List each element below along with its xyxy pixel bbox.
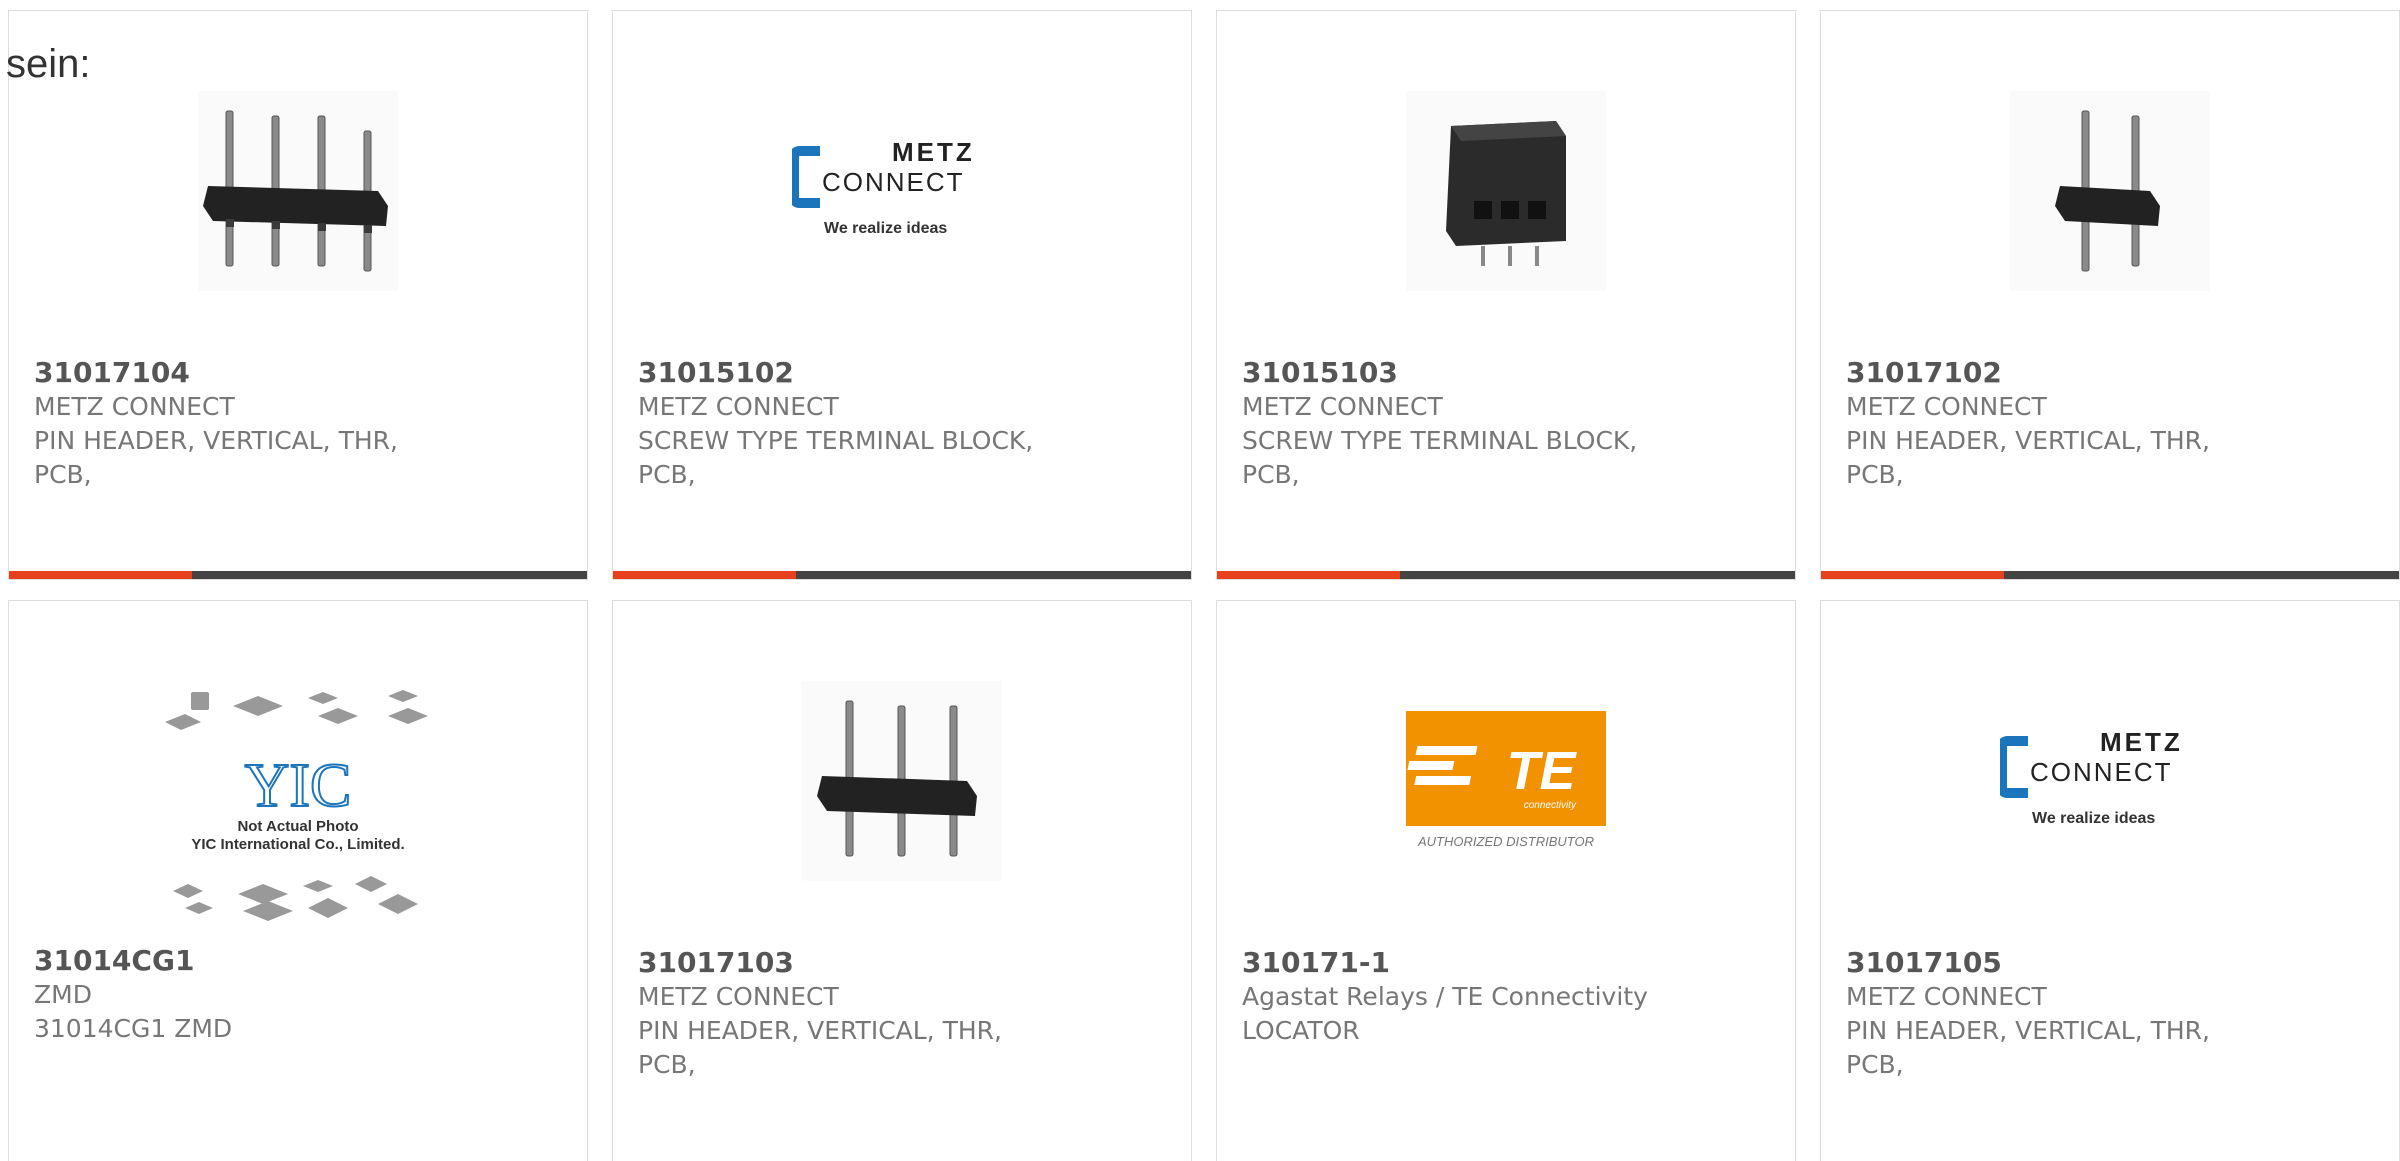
product-image[interactable]: METZ CONNECT We realize ideas (613, 71, 1191, 311)
te-connectivity-logo-icon: TE connectivity AUTHORIZED DISTRIBUTOR (1406, 711, 1606, 849)
description: 31014CG1 ZMD (34, 1014, 233, 1043)
card-bottom-bar (1821, 571, 2399, 579)
metz-connect-logo-icon: METZ CONNECT We realize ideas (792, 137, 975, 237)
svg-text:METZ: METZ (892, 137, 975, 167)
svg-text:YIC: YIC (245, 752, 352, 820)
yic-placeholder-icon: YIC Not Actual Photo YIC International C… (165, 690, 428, 921)
product-card[interactable]: METZ CONNECT We realize ideas 31017105 M… (1820, 600, 2400, 1161)
svg-text:TE: TE (1506, 741, 1577, 801)
description-2: PCB, (1846, 1050, 1904, 1079)
product-image[interactable] (613, 661, 1191, 901)
product-image[interactable] (1217, 71, 1795, 311)
card-bottom-bar (1217, 571, 1795, 579)
manufacturer: ZMD (34, 980, 92, 1009)
product-card[interactable]: METZ CONNECT We realize ideas 31015102 M… (612, 10, 1192, 580)
svg-text:We realize ideas: We realize ideas (2032, 810, 2155, 827)
description: SCREW TYPE TERMINAL BLOCK, (638, 426, 1034, 455)
manufacturer: Agastat Relays / TE Connectivity (1242, 982, 1648, 1011)
product-card[interactable]: 31015103 METZ CONNECT SCREW TYPE TERMINA… (1216, 10, 1796, 580)
product-image[interactable] (1821, 71, 2399, 311)
svg-text:We realize ideas: We realize ideas (824, 220, 947, 237)
description-2: PCB, (34, 460, 92, 489)
manufacturer: METZ CONNECT (1846, 982, 2047, 1011)
product-image[interactable]: YIC Not Actual Photo YIC International C… (9, 686, 587, 926)
product-card[interactable]: YIC Not Actual Photo YIC International C… (8, 600, 588, 1161)
card-bottom-bar (9, 571, 587, 579)
part-number[interactable]: 31017104 (34, 356, 567, 390)
description: PIN HEADER, VERTICAL, THR, (34, 426, 398, 455)
svg-text:connectivity: connectivity (1524, 800, 1577, 811)
part-number[interactable]: 31014CG1 (34, 944, 567, 978)
part-number[interactable]: 31015103 (1242, 356, 1775, 390)
part-number[interactable]: 31017105 (1846, 946, 2379, 980)
description: PIN HEADER, VERTICAL, THR, (638, 1016, 1002, 1045)
description-2: PCB, (1846, 460, 1904, 489)
part-number[interactable]: 31017103 (638, 946, 1171, 980)
product-card[interactable]: 31017102 METZ CONNECT PIN HEADER, VERTIC… (1820, 10, 2400, 580)
product-card[interactable]: 31017104 METZ CONNECT PIN HEADER, VERTIC… (8, 10, 588, 580)
card-bottom-bar (613, 571, 1191, 579)
product-image[interactable]: METZ CONNECT We realize ideas (1821, 661, 2399, 901)
product-image[interactable]: TE connectivity AUTHORIZED DISTRIBUTOR (1217, 661, 1795, 901)
description: PIN HEADER, VERTICAL, THR, (1846, 1016, 2210, 1045)
manufacturer: METZ CONNECT (638, 392, 839, 421)
description: PIN HEADER, VERTICAL, THR, (1846, 426, 2210, 455)
pin-header-icon (2010, 91, 2210, 291)
manufacturer: METZ CONNECT (34, 392, 235, 421)
product-card[interactable]: TE connectivity AUTHORIZED DISTRIBUTOR 3… (1216, 600, 1796, 1161)
manufacturer: METZ CONNECT (1846, 392, 2047, 421)
part-number[interactable]: 310171-1 (1242, 946, 1775, 980)
svg-text:Not Actual Photo: Not Actual Photo (237, 818, 358, 835)
intro-text: sein: (6, 42, 91, 86)
description: SCREW TYPE TERMINAL BLOCK, (1242, 426, 1638, 455)
svg-text:YIC International Co., Limited: YIC International Co., Limited. (191, 836, 404, 853)
description-2: PCB, (638, 1050, 696, 1079)
part-number[interactable]: 31015102 (638, 356, 1171, 390)
terminal-block-icon (1406, 91, 1606, 291)
description: LOCATOR (1242, 1016, 1360, 1045)
svg-text:AUTHORIZED DISTRIBUTOR: AUTHORIZED DISTRIBUTOR (1417, 834, 1594, 849)
product-image[interactable] (9, 71, 587, 311)
manufacturer: METZ CONNECT (1242, 392, 1443, 421)
part-number[interactable]: 31017102 (1846, 356, 2379, 390)
product-card[interactable]: 31017103 METZ CONNECT PIN HEADER, VERTIC… (612, 600, 1192, 1161)
manufacturer: METZ CONNECT (638, 982, 839, 1011)
svg-text:METZ: METZ (2100, 727, 2183, 757)
description-2: PCB, (638, 460, 696, 489)
metz-connect-logo-icon: METZ CONNECT We realize ideas (2000, 727, 2183, 827)
svg-text:CONNECT: CONNECT (822, 167, 965, 197)
pin-header-icon (198, 91, 398, 291)
pin-header-icon (802, 681, 1002, 881)
description-2: PCB, (1242, 460, 1300, 489)
svg-text:CONNECT: CONNECT (2030, 757, 2173, 787)
